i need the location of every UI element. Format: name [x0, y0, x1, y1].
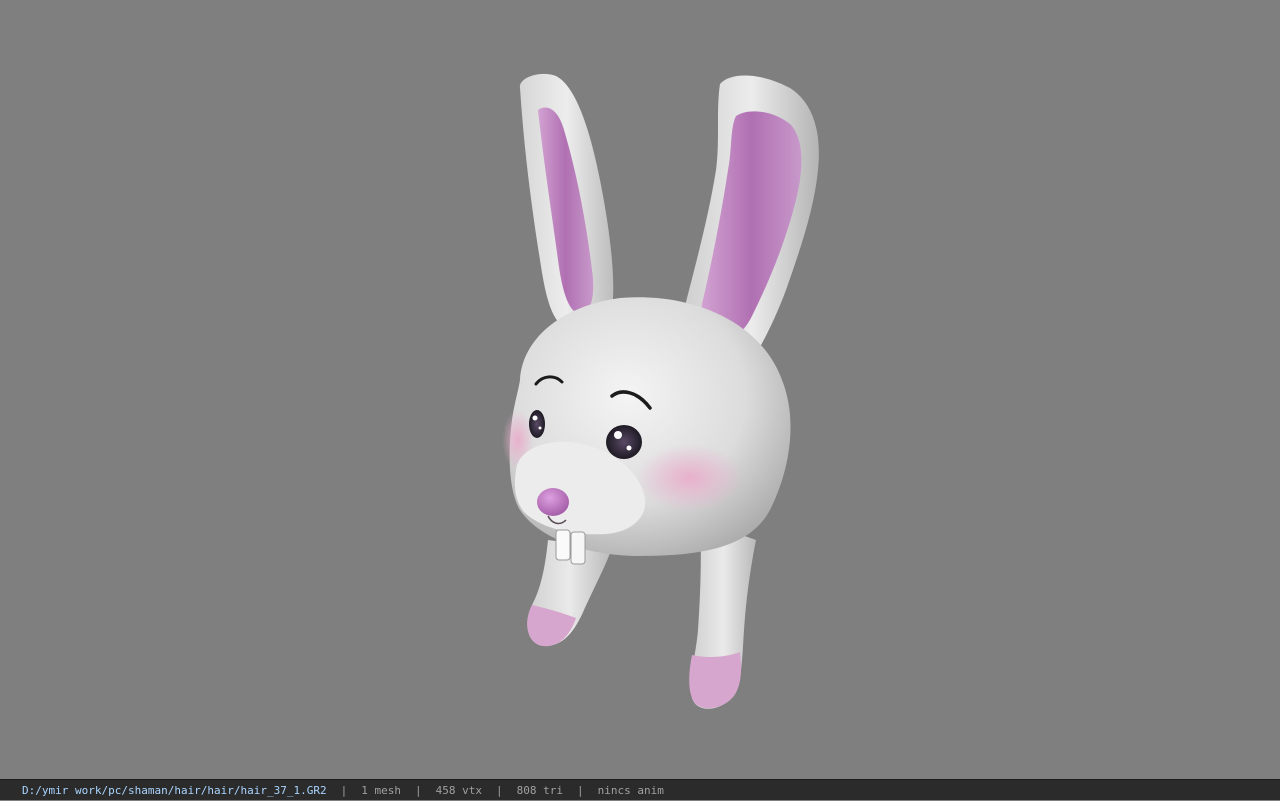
rabbit-hair-model[interactable] — [0, 0, 1280, 779]
left-ear — [519, 73, 614, 332]
triangle-count-label: 808 tri — [516, 783, 563, 797]
status-separator: | — [496, 783, 503, 797]
mesh-count-label: 1 mesh — [361, 783, 402, 797]
file-path-label: D:/ymir work/pc/shaman/hair/hair/hair_37… — [22, 783, 327, 797]
left-tooth — [555, 529, 571, 561]
status-separator: | — [340, 783, 348, 797]
left-eye — [529, 410, 545, 438]
right-eye — [606, 425, 642, 459]
3d-viewport[interactable] — [0, 0, 1280, 779]
nose — [537, 488, 569, 516]
status-bar: D:/ymir work/pc/shaman/hair/hair/hair_37… — [0, 779, 1280, 800]
rabbit-head — [502, 297, 791, 565]
status-separator: | — [576, 783, 584, 797]
right-blush — [636, 444, 744, 512]
right-tooth — [570, 531, 586, 565]
status-separator: | — [415, 783, 422, 797]
vertex-count-label: 458 vtx — [435, 783, 482, 797]
animation-status-label: nincs anim — [597, 783, 664, 797]
